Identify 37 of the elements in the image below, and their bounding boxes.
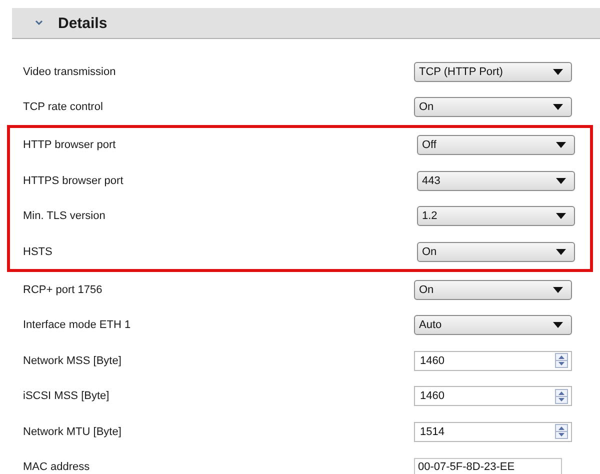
input-field[interactable]: 00-07-5F-8D-23-EE [414, 458, 562, 474]
caret-icon [556, 248, 566, 255]
number-field[interactable]: 1514 [414, 422, 572, 442]
spinner-arrows-icon[interactable] [555, 424, 568, 440]
field-label: iSCSI MSS [Byte] [23, 390, 110, 402]
spinner-arrows-icon[interactable] [555, 353, 568, 368]
number-field[interactable]: 1460 [414, 350, 572, 371]
field-label: Min. TLS version [23, 210, 106, 222]
field-label: Network MTU [Byte] [23, 426, 122, 438]
dropdown[interactable]: Off [417, 135, 575, 156]
field-label: Video transmission [23, 66, 116, 78]
caret-icon [556, 213, 566, 220]
dropdown[interactable]: 1.2 [417, 206, 575, 226]
dropdown[interactable]: On [414, 280, 572, 300]
dropdown[interactable]: TCP (HTTP Port) [414, 62, 572, 82]
section-title: Details [58, 14, 108, 32]
section-header[interactable]: Details [12, 8, 600, 39]
number-field[interactable]: 1460 [414, 386, 572, 406]
caret-icon [553, 104, 563, 110]
field-label: MAC address [23, 460, 90, 473]
caret-icon [553, 322, 563, 328]
field-label: TCP rate control [23, 101, 103, 114]
dropdown[interactable]: 443 [417, 170, 575, 191]
caret-icon [556, 178, 566, 184]
field-label: Interface mode ETH 1 [23, 319, 131, 332]
field-label: HTTP browser port [23, 139, 116, 152]
field-label: Network MSS [Byte] [23, 354, 122, 367]
caret-icon [553, 287, 563, 294]
caret-icon [556, 142, 566, 148]
dropdown[interactable]: On [417, 242, 575, 262]
field-label: HSTS [23, 246, 52, 258]
field-label: RCP+ port 1756 [23, 284, 102, 296]
field-label: HTTPS browser port [23, 174, 124, 187]
spinner-arrows-icon[interactable] [555, 388, 568, 404]
caret-icon [553, 68, 563, 75]
dropdown[interactable]: Auto [414, 315, 572, 336]
dropdown[interactable]: On [414, 97, 572, 118]
